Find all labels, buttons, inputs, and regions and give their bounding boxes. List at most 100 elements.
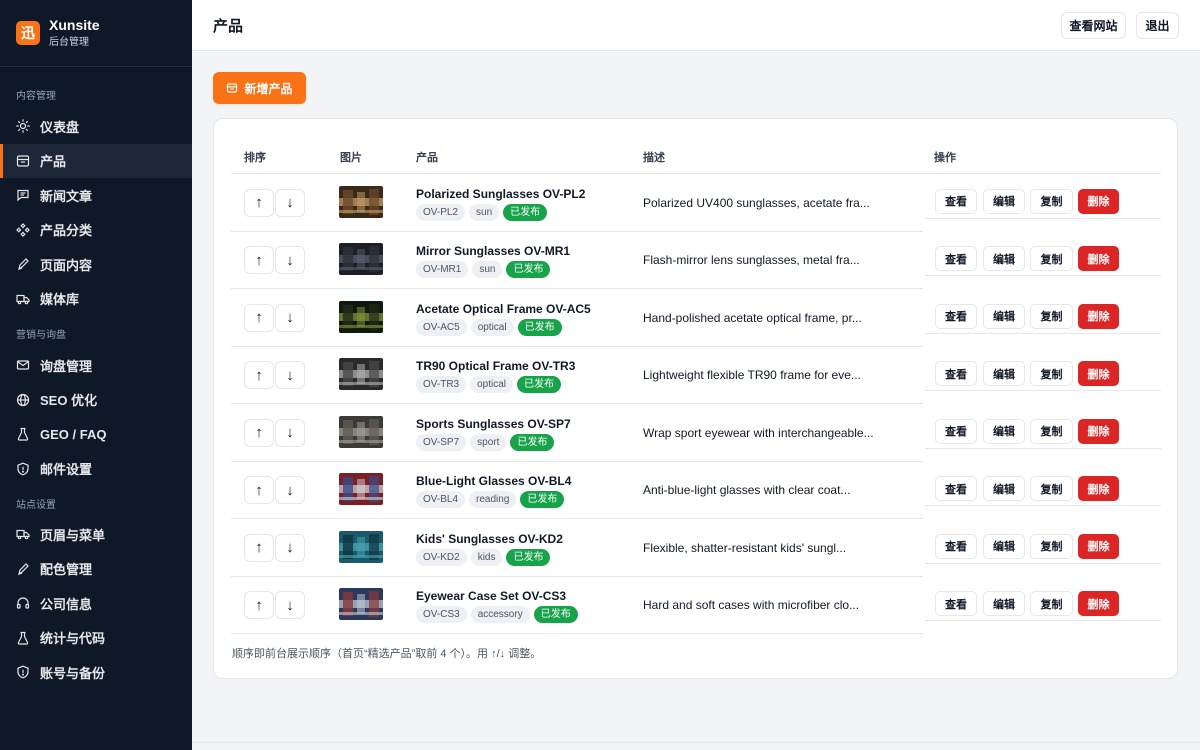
view-site-button[interactable]: 查看网站 xyxy=(1061,12,1126,39)
arrow-down-icon: ↓ xyxy=(286,251,294,269)
sidebar-item-label: GEO / FAQ xyxy=(40,426,107,442)
sidebar-item[interactable]: 媒体库 xyxy=(0,282,192,316)
sidebar-item[interactable]: 仪表盘 xyxy=(0,109,192,143)
edit-button[interactable]: 编辑 xyxy=(983,361,1025,387)
product-thumbnail[interactable] xyxy=(339,243,383,276)
delete-button[interactable]: 删除 xyxy=(1078,533,1119,559)
brand[interactable]: 迅 Xunsite 后台管理 xyxy=(0,0,192,67)
sidebar-item[interactable]: 询盘管理 xyxy=(0,348,192,382)
product-name[interactable]: Eyewear Case Set OV-CS3 xyxy=(416,589,566,603)
product-name[interactable]: TR90 Optical Frame OV-TR3 xyxy=(416,359,575,373)
delete-button[interactable]: 删除 xyxy=(1078,591,1119,617)
edit-button[interactable]: 编辑 xyxy=(983,303,1025,329)
add-product-button[interactable]: 新增产品 xyxy=(213,72,306,104)
flask-icon xyxy=(16,427,30,441)
view-button[interactable]: 查看 xyxy=(935,246,977,272)
product-thumbnail[interactable] xyxy=(339,588,383,621)
view-button[interactable]: 查看 xyxy=(935,418,977,444)
product-name[interactable]: Sports Sunglasses OV-SP7 xyxy=(416,417,571,431)
delete-button[interactable]: 删除 xyxy=(1078,303,1119,329)
sidebar-item[interactable]: 统计与代码 xyxy=(0,621,192,655)
edit-button[interactable]: 编辑 xyxy=(983,418,1025,444)
copy-button[interactable]: 复制 xyxy=(1030,246,1073,272)
brand-name: Xunsite xyxy=(49,16,100,33)
copy-button[interactable]: 复制 xyxy=(1030,591,1073,617)
copy-button[interactable]: 复制 xyxy=(1030,418,1073,444)
product-name[interactable]: Mirror Sunglasses OV-MR1 xyxy=(416,244,570,258)
product-thumbnail[interactable] xyxy=(339,300,383,333)
product-thumbnail[interactable] xyxy=(339,185,383,218)
edit-button[interactable]: 编辑 xyxy=(983,533,1025,559)
sidebar-item-label: 配色管理 xyxy=(40,562,93,577)
sidebar-item[interactable]: 产品 xyxy=(0,143,192,178)
view-button[interactable]: 查看 xyxy=(935,188,977,214)
sidebar-item[interactable]: 公司信息 xyxy=(0,586,192,620)
view-button[interactable]: 查看 xyxy=(935,591,977,617)
copy-button[interactable]: 复制 xyxy=(1030,303,1073,329)
row-divider xyxy=(925,620,1161,622)
view-button[interactable]: 查看 xyxy=(935,533,977,559)
delete-button[interactable]: 删除 xyxy=(1078,361,1119,387)
product-thumbnail[interactable] xyxy=(339,415,383,448)
product-name[interactable]: Acetate Optical Frame OV-AC5 xyxy=(416,302,591,316)
status-badge: 已发布 xyxy=(503,203,548,221)
arrow-up-icon: ↑ xyxy=(255,251,263,269)
sidebar-section-label: 营销与询盘 xyxy=(16,330,66,341)
arrow-up-icon: ↑ xyxy=(255,194,263,212)
edit-button[interactable]: 编辑 xyxy=(983,246,1025,272)
move-up-button[interactable]: ↑ xyxy=(244,418,274,447)
view-button[interactable]: 查看 xyxy=(935,361,977,387)
sidebar-item[interactable]: 账号与备份 xyxy=(0,655,192,689)
col-description: 描述 xyxy=(643,152,665,164)
copy-button[interactable]: 复制 xyxy=(1030,361,1073,387)
move-down-button[interactable]: ↓ xyxy=(275,533,305,562)
sidebar-section-label: 内容管理 xyxy=(16,91,56,102)
edit-button[interactable]: 编辑 xyxy=(983,591,1025,617)
move-up-button[interactable]: ↑ xyxy=(244,246,274,275)
product-thumbnail[interactable] xyxy=(339,473,383,506)
sidebar-item[interactable]: 新闻文章 xyxy=(0,178,192,212)
move-down-button[interactable]: ↓ xyxy=(275,188,305,217)
product-thumbnail[interactable] xyxy=(339,530,383,563)
delete-button[interactable]: 删除 xyxy=(1078,476,1119,502)
category-badge: reading xyxy=(469,491,517,509)
view-button[interactable]: 查看 xyxy=(935,303,977,329)
delete-button[interactable]: 删除 xyxy=(1078,188,1119,214)
move-down-button[interactable]: ↓ xyxy=(275,246,305,275)
table-row: ↑ ↓ TR90 Optical Frame OV-TR3 OV-TR3 opt… xyxy=(231,347,1161,404)
copy-button[interactable]: 复制 xyxy=(1030,533,1073,559)
move-down-button[interactable]: ↓ xyxy=(275,361,305,390)
product-name[interactable]: Kids' Sunglasses OV-KD2 xyxy=(416,532,563,546)
arrow-down-icon: ↓ xyxy=(286,596,294,614)
delete-button[interactable]: 删除 xyxy=(1078,246,1119,272)
sidebar-item[interactable]: 页眉与菜单 xyxy=(0,517,192,551)
move-down-button[interactable]: ↓ xyxy=(275,476,305,505)
sidebar-item[interactable]: 页面内容 xyxy=(0,247,192,281)
sidebar-item[interactable]: 产品分类 xyxy=(0,213,192,247)
sidebar-item[interactable]: SEO 优化 xyxy=(0,383,192,417)
move-down-button[interactable]: ↓ xyxy=(275,591,305,620)
delete-button[interactable]: 删除 xyxy=(1078,418,1119,444)
move-up-button[interactable]: ↑ xyxy=(244,188,274,217)
product-name[interactable]: Polarized Sunglasses OV-PL2 xyxy=(416,187,585,201)
sidebar-item-label: 公司信息 xyxy=(40,596,93,612)
move-down-button[interactable]: ↓ xyxy=(275,418,305,447)
sidebar-item[interactable]: GEO / FAQ xyxy=(0,417,192,451)
view-button[interactable]: 查看 xyxy=(935,476,977,502)
move-down-button[interactable]: ↓ xyxy=(275,303,305,332)
product-name[interactable]: Blue-Light Glasses OV-BL4 xyxy=(416,474,571,488)
move-up-button[interactable]: ↑ xyxy=(244,591,274,620)
logout-button[interactable]: 退出 xyxy=(1136,12,1179,39)
copy-button[interactable]: 复制 xyxy=(1030,188,1073,214)
sidebar-item[interactable]: 邮件设置 xyxy=(0,452,192,486)
copy-button[interactable]: 复制 xyxy=(1030,476,1073,502)
product-tags: OV-CS3 accessory 已发布 xyxy=(416,606,578,624)
move-up-button[interactable]: ↑ xyxy=(244,533,274,562)
move-up-button[interactable]: ↑ xyxy=(244,476,274,505)
product-thumbnail[interactable] xyxy=(339,358,383,391)
sidebar-item[interactable]: 配色管理 xyxy=(0,552,192,586)
move-up-button[interactable]: ↑ xyxy=(244,303,274,332)
edit-button[interactable]: 编辑 xyxy=(983,188,1025,214)
edit-button[interactable]: 编辑 xyxy=(983,476,1025,502)
move-up-button[interactable]: ↑ xyxy=(244,361,274,390)
